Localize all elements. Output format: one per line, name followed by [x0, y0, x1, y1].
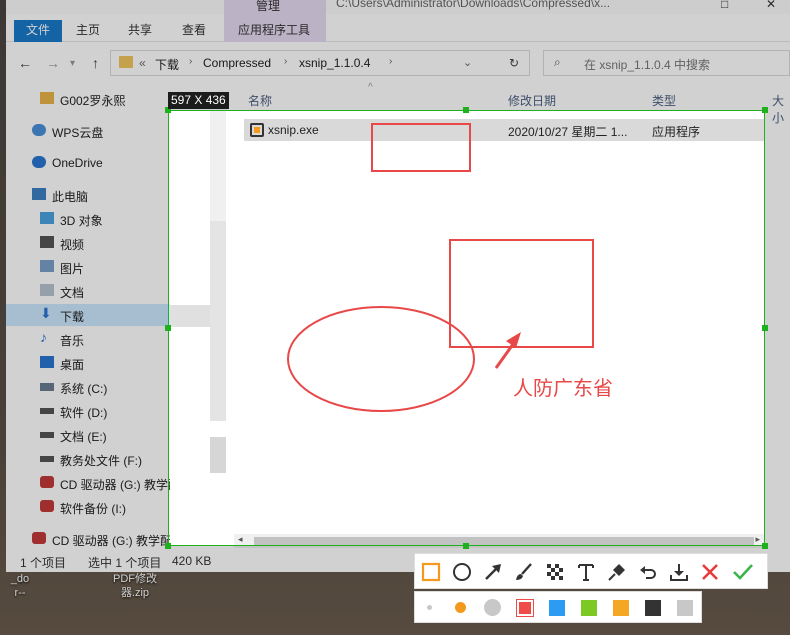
resize-handle[interactable]: [762, 325, 768, 331]
snip-toolbar: [414, 553, 768, 589]
resize-handle[interactable]: [463, 543, 469, 549]
color-swatch-red[interactable]: [516, 599, 534, 617]
resize-handle[interactable]: [762, 543, 768, 549]
size-medium-option[interactable]: [455, 602, 466, 613]
arrow-icon[interactable]: [480, 559, 506, 585]
resize-handle[interactable]: [762, 107, 768, 113]
pin-icon[interactable]: [604, 559, 630, 585]
resize-handle[interactable]: [463, 107, 469, 113]
color-swatch-gray[interactable]: [677, 600, 693, 616]
size-small-option[interactable]: [427, 605, 432, 610]
color-swatch-blue[interactable]: [549, 600, 565, 616]
text-icon[interactable]: [573, 559, 599, 585]
brush-icon[interactable]: [511, 559, 537, 585]
resize-handle[interactable]: [165, 543, 171, 549]
confirm-icon[interactable]: [730, 559, 756, 585]
color-swatch-dark[interactable]: [645, 600, 661, 616]
size-large-option[interactable]: [484, 599, 501, 616]
ellipse-icon[interactable]: [449, 559, 475, 585]
undo-icon[interactable]: [635, 559, 661, 585]
download-icon[interactable]: [666, 559, 692, 585]
selection-size-label: 597 X 436: [168, 92, 229, 109]
mosaic-icon[interactable]: [542, 559, 568, 585]
style-palette: [414, 591, 702, 623]
cancel-icon[interactable]: [697, 559, 723, 585]
color-swatch-green[interactable]: [581, 600, 597, 616]
capture-selection[interactable]: [168, 110, 765, 546]
rectangle-icon[interactable]: [418, 559, 444, 585]
color-swatch-orange[interactable]: [613, 600, 629, 616]
resize-handle[interactable]: [165, 325, 171, 331]
